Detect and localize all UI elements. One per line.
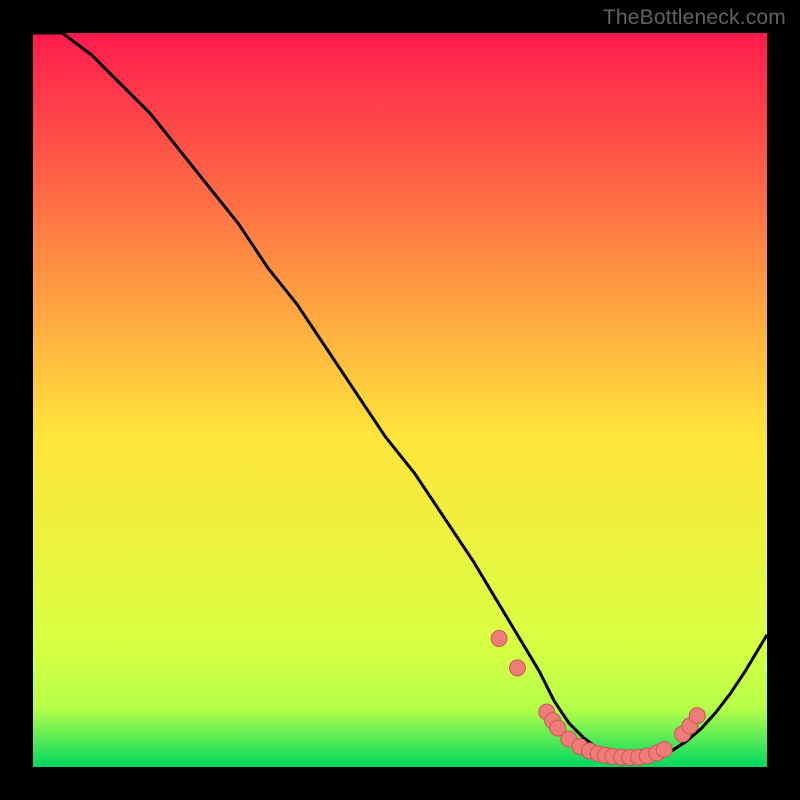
curve-marker: [509, 660, 525, 676]
curve-marker: [689, 708, 705, 724]
bottleneck-chart: [33, 33, 767, 767]
chart-stage: TheBottleneck.com: [0, 0, 800, 800]
curve-marker: [656, 741, 672, 757]
chart-background-gradient: [33, 33, 767, 767]
curve-marker: [491, 631, 507, 647]
watermark-text: TheBottleneck.com: [603, 6, 786, 30]
